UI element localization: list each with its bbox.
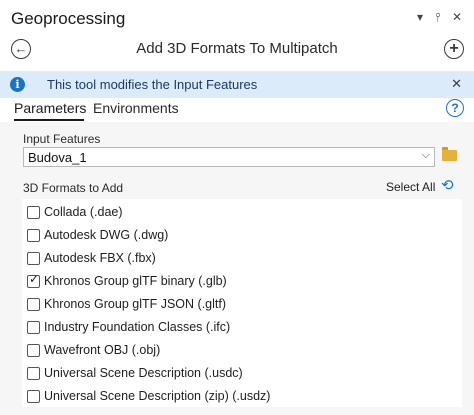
info-icon: i xyxy=(10,77,25,92)
help-icon[interactable]: ? xyxy=(446,99,464,117)
format-label: Autodesk FBX (.fbx) xyxy=(44,251,156,265)
close-info-button[interactable]: ✕ xyxy=(451,76,462,92)
input-features-combobox[interactable]: Budova_1 ⌵ xyxy=(23,147,435,167)
geoprocessing-pane: Geoprocessing ▾ ⫯ ✕ ← Add 3D Formats To … xyxy=(0,0,474,415)
formats-label: 3D Formats to Add xyxy=(23,181,124,195)
format-label: Khronos Group glTF binary (.glb) xyxy=(44,274,227,288)
add-button[interactable]: + xyxy=(444,39,464,59)
format-item[interactable]: Autodesk FBX (.fbx) xyxy=(22,247,462,270)
pane-titlebar: Geoprocessing ▾ ⫯ ✕ xyxy=(0,0,474,34)
tab-parameters[interactable]: Parameters xyxy=(14,100,86,116)
pane-title: Geoprocessing xyxy=(11,9,126,28)
select-all-button[interactable]: Select All xyxy=(386,180,435,194)
pane-menu-button[interactable]: ▾ xyxy=(412,9,428,25)
active-tab-indicator xyxy=(14,119,84,121)
refresh-icon[interactable]: ⟲ xyxy=(441,178,454,193)
format-label: Industry Foundation Classes (.ifc) xyxy=(44,320,231,334)
info-banner: i This tool modifies the Input Features … xyxy=(0,71,474,98)
format-checkbox[interactable]: ✓ xyxy=(27,272,40,288)
tool-header: ← Add 3D Formats To Multipatch + xyxy=(0,34,474,68)
format-label: Autodesk DWG (.dwg) xyxy=(44,228,169,242)
format-item[interactable]: Universal Scene Description (.usdc) xyxy=(22,362,462,385)
format-label: Universal Scene Description (.usdc) xyxy=(44,366,243,380)
plus-icon: + xyxy=(449,40,459,57)
info-message: This tool modifies the Input Features xyxy=(47,77,258,92)
format-label: Universal Scene Description (zip) (.usdz… xyxy=(44,389,271,403)
browse-folder-icon[interactable] xyxy=(442,147,457,161)
format-item[interactable]: ✓ Khronos Group glTF binary (.glb) xyxy=(22,270,462,293)
tool-title: Add 3D Formats To Multipatch xyxy=(136,40,338,57)
chevron-down-icon[interactable]: ⌵ xyxy=(422,149,430,162)
format-checkbox[interactable] xyxy=(27,252,40,265)
input-features-label: Input Features xyxy=(23,132,101,146)
format-label: Wavefront OBJ (.obj) xyxy=(44,343,161,357)
format-checkbox[interactable] xyxy=(27,206,40,219)
pin-button[interactable]: ⫯ xyxy=(430,9,446,25)
format-item[interactable]: Autodesk DWG (.dwg) xyxy=(22,224,462,247)
format-checkbox[interactable] xyxy=(27,344,40,357)
tab-strip: Parameters Environments ? xyxy=(0,98,474,122)
format-checkbox[interactable] xyxy=(27,321,40,334)
format-item[interactable]: Khronos Group glTF JSON (.gltf) xyxy=(22,293,462,316)
format-checkbox[interactable] xyxy=(27,390,40,403)
format-item[interactable]: Industry Foundation Classes (.ifc) xyxy=(22,316,462,339)
format-checkbox[interactable] xyxy=(27,298,40,311)
formats-checklist: Collada (.dae) Autodesk DWG (.dwg) Autodes… xyxy=(22,199,462,407)
checkmark-icon: ✓ xyxy=(29,272,40,286)
tab-environments[interactable]: Environments xyxy=(93,100,179,116)
format-label: Collada (.dae) xyxy=(44,205,123,219)
format-item[interactable]: Wavefront OBJ (.obj) xyxy=(22,339,462,362)
input-features-value: Budova_1 xyxy=(28,150,87,165)
format-label: Khronos Group glTF JSON (.gltf) xyxy=(44,297,227,311)
format-checkbox[interactable] xyxy=(27,367,40,380)
format-item[interactable]: Universal Scene Description (zip) (.usdz… xyxy=(22,385,462,408)
format-checkbox[interactable] xyxy=(27,229,40,242)
close-pane-button[interactable]: ✕ xyxy=(449,9,465,25)
format-item[interactable]: Collada (.dae) xyxy=(22,201,462,224)
